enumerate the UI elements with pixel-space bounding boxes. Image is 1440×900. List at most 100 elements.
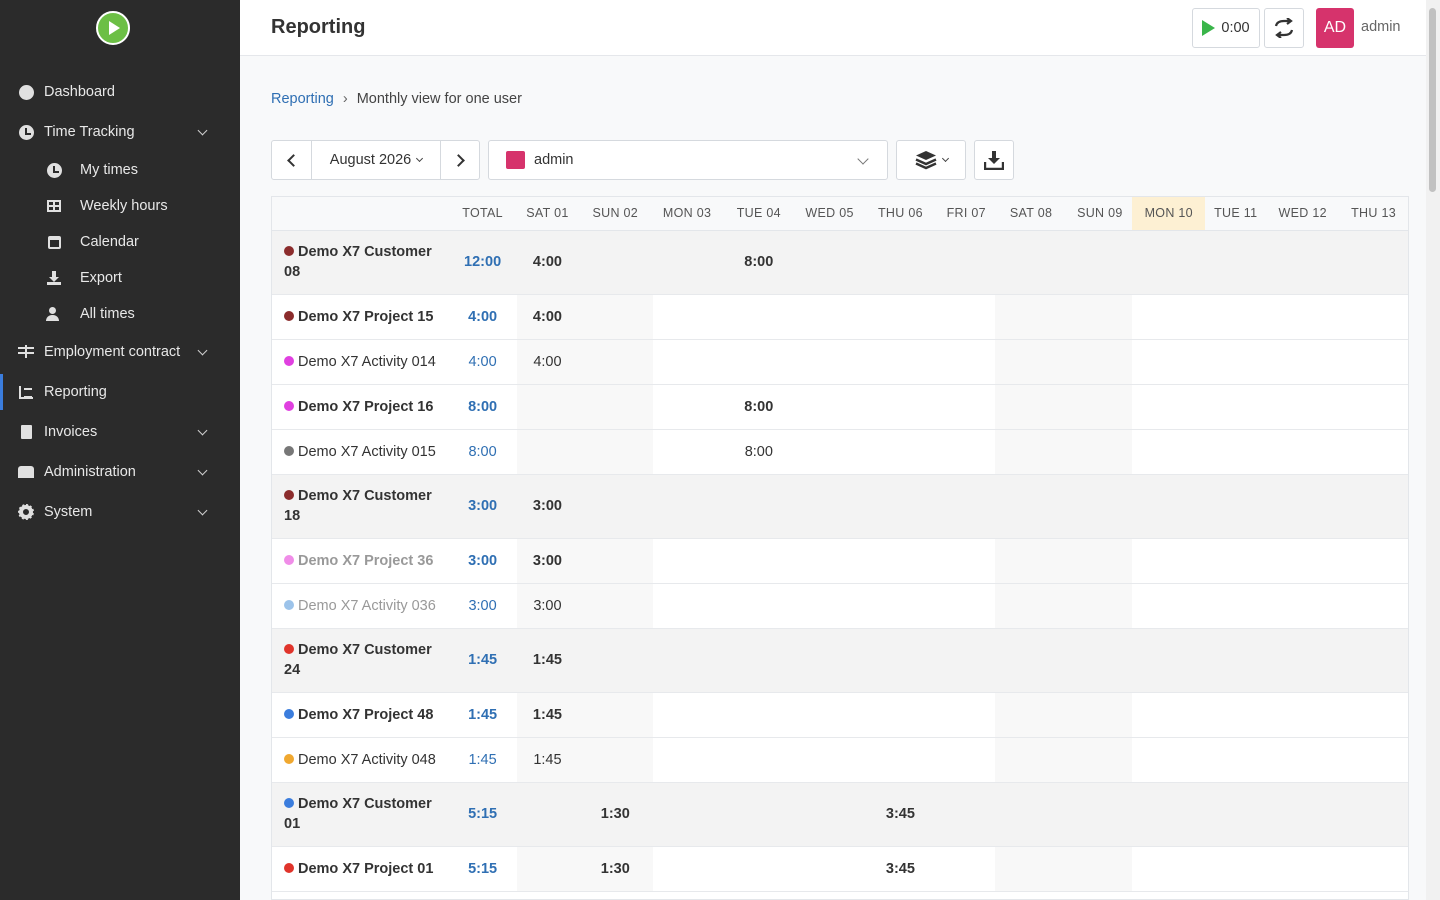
day-cell xyxy=(937,737,995,783)
next-month-button[interactable] xyxy=(440,140,480,180)
scrollbar-thumb[interactable] xyxy=(1429,8,1436,192)
row-name[interactable]: Demo X7 Customer 18 xyxy=(272,474,449,539)
day-cell xyxy=(1266,737,1340,783)
day-cell xyxy=(652,429,722,475)
row-total: 5:15 xyxy=(448,782,517,847)
sidebar-item-my-times[interactable]: My times xyxy=(0,152,240,188)
sidebar-item-employment-contract[interactable]: Employment contract xyxy=(0,334,240,370)
row-name[interactable]: Demo X7 Project 01 xyxy=(272,846,449,892)
breadcrumb-link-reporting[interactable]: Reporting xyxy=(271,91,334,107)
row-name[interactable]: Demo X7 Project 48 xyxy=(272,692,449,738)
row-name[interactable]: Demo X7 Customer 01 xyxy=(272,782,449,847)
row-name[interactable]: Demo X7 Project 15 xyxy=(272,294,449,340)
row-label: Demo X7 Project 15 xyxy=(298,308,434,325)
day-cell xyxy=(1067,538,1133,584)
day-cell xyxy=(1339,782,1408,847)
month-label: August 2026 xyxy=(329,152,412,168)
color-dot xyxy=(284,400,294,411)
download-button[interactable] xyxy=(974,140,1014,180)
row-name[interactable]: Demo X7 Activity 036 xyxy=(272,583,449,629)
day-cell xyxy=(937,384,995,430)
day-cell xyxy=(796,846,864,892)
row-total: 3:00 xyxy=(448,538,517,584)
day-cell xyxy=(796,692,864,738)
calendar-icon xyxy=(46,234,62,250)
chevron-down-icon xyxy=(197,425,208,435)
avatar[interactable]: AD xyxy=(1316,8,1354,48)
day-cell xyxy=(652,737,722,783)
sync-button[interactable] xyxy=(1264,8,1304,48)
day-cell xyxy=(1205,846,1267,892)
day-cell xyxy=(1205,474,1267,539)
table-row: Demo X7 Project 01 5:15 1:30 3:45 xyxy=(272,846,1408,892)
day-cell: 8:00 xyxy=(721,384,797,430)
day-cell xyxy=(1205,782,1267,847)
sidebar-item-system[interactable]: System xyxy=(0,494,240,530)
day-cell xyxy=(652,782,722,847)
layers-dropdown-button[interactable] xyxy=(896,140,966,180)
sidebar-item-reporting[interactable]: Reporting xyxy=(0,374,240,410)
day-cell xyxy=(721,339,797,385)
day-cell: 3:00 xyxy=(516,583,578,629)
user-select-value: admin xyxy=(534,152,574,168)
sync-icon xyxy=(1274,18,1294,38)
day-cell: 3:00 xyxy=(516,474,578,539)
day-cell: 3:45 xyxy=(863,846,938,892)
table-row: Demo X7 Customer 08 12:00 4:00 8:00 xyxy=(272,230,1408,295)
day-cell xyxy=(796,339,864,385)
color-dot xyxy=(284,310,294,321)
row-label: Demo X7 Customer 01 xyxy=(284,796,432,832)
day-cell xyxy=(1266,294,1340,340)
row-name[interactable]: Demo X7 Activity 015 xyxy=(272,429,449,475)
row-name[interactable]: Demo X7 Project 16 xyxy=(272,384,449,430)
user-name[interactable]: admin xyxy=(1361,19,1401,35)
day-cell xyxy=(937,429,995,475)
caret-down-icon xyxy=(941,154,949,163)
day-cell xyxy=(937,339,995,385)
day-cell xyxy=(863,628,938,693)
sidebar-item-calendar[interactable]: Calendar xyxy=(0,224,240,260)
sidebar-item-time-tracking[interactable]: Time Tracking xyxy=(0,114,240,150)
row-name[interactable]: Demo X7 Activity 014 xyxy=(272,339,449,385)
sidebar-item-invoices[interactable]: Invoices xyxy=(0,414,240,450)
row-name[interactable]: Demo X7 Project 36 xyxy=(272,538,449,584)
table-icon xyxy=(46,198,62,214)
row-name[interactable]: Demo X7 Customer 08 xyxy=(272,230,449,295)
color-dot xyxy=(284,753,294,764)
start-timer-button[interactable]: 0:00 xyxy=(1192,8,1260,48)
day-cell xyxy=(1339,230,1408,295)
day-cell xyxy=(1067,692,1133,738)
sidebar-item-export[interactable]: Export xyxy=(0,260,240,296)
users-icon xyxy=(46,306,62,322)
logo-play-icon[interactable] xyxy=(96,11,130,45)
sidebar-item-dashboard[interactable]: Dashboard xyxy=(0,74,240,110)
row-name[interactable]: Demo X7 Activity 048 xyxy=(272,737,449,783)
day-cell xyxy=(863,583,938,629)
day-cell xyxy=(863,429,938,475)
sidebar-item-label: Administration xyxy=(44,464,136,480)
building-icon xyxy=(18,464,34,480)
row-label: Demo X7 Activity 036 xyxy=(298,597,436,614)
color-dot xyxy=(284,708,294,719)
chevron-down-icon xyxy=(197,505,208,515)
day-cell xyxy=(1266,583,1340,629)
sidebar-item-weekly-hours[interactable]: Weekly hours xyxy=(0,188,240,224)
day-cell xyxy=(1339,474,1408,539)
day-cell xyxy=(937,846,995,892)
day-cell xyxy=(1266,230,1340,295)
day-cell xyxy=(721,538,797,584)
sidebar-item-administration[interactable]: Administration xyxy=(0,454,240,490)
row-name[interactable]: Demo X7 Customer 24 xyxy=(272,628,449,693)
month-picker[interactable]: August 2026 xyxy=(311,140,441,180)
color-dot xyxy=(284,798,294,808)
table-row: Demo X7 Customer 01 5:15 1:30 3:45 xyxy=(272,782,1408,847)
user-select[interactable]: admin xyxy=(488,140,888,180)
clock-icon xyxy=(18,124,34,140)
day-cell xyxy=(721,628,797,693)
day-cell xyxy=(1067,474,1133,539)
day-cell xyxy=(577,429,653,475)
sidebar-item-all-times[interactable]: All times xyxy=(0,296,240,332)
page-scrollbar[interactable] xyxy=(1426,0,1440,900)
day-cell xyxy=(1132,846,1206,892)
previous-month-button[interactable] xyxy=(271,140,312,180)
